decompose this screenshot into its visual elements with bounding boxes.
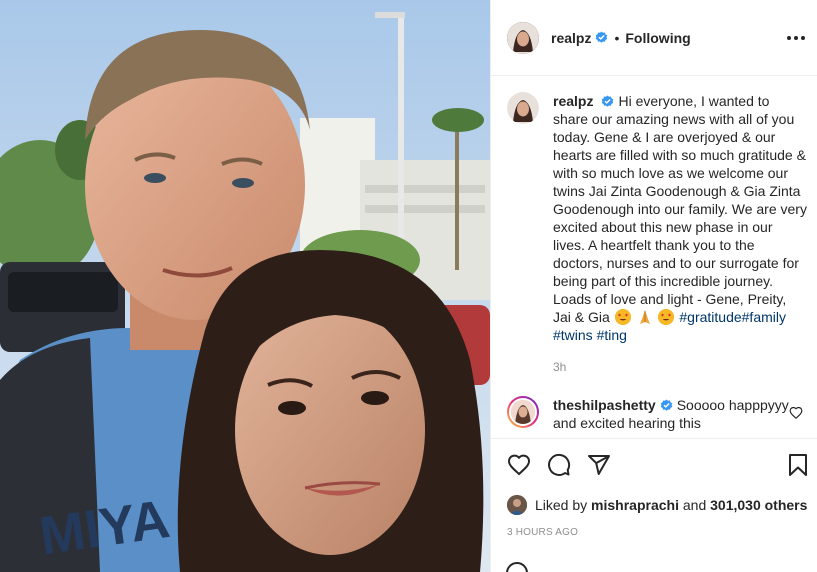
instagram-post-modal: MIYA realpz • Following realpz Hi everyo… <box>0 0 817 572</box>
more-options-icon[interactable] <box>784 28 808 48</box>
heart-icon[interactable] <box>507 453 531 477</box>
avatar[interactable] <box>507 21 539 54</box>
comment-bubble-icon[interactable] <box>547 453 571 477</box>
star-struck-emoji-icon <box>658 309 675 325</box>
emoji-icon[interactable] <box>505 561 529 572</box>
comment-username[interactable]: theshilpashetty <box>553 397 656 413</box>
liker-avatar[interactable] <box>507 495 527 515</box>
header-username[interactable]: realpz <box>551 30 591 46</box>
post-caption: realpz Hi everyone, I wanted to share ou… <box>507 92 807 376</box>
following-button[interactable]: Following <box>625 30 690 46</box>
likes-summary: Liked by mishraprachi and 301,030 others <box>507 495 807 515</box>
liked-by-and: and <box>682 497 707 513</box>
caption-avatar[interactable] <box>507 92 539 124</box>
post-sidebar: realpz • Following realpz Hi everyone, I… <box>490 0 817 572</box>
verified-badge-icon <box>602 95 614 107</box>
hashtag-gratitude-family[interactable]: #gratitude#family <box>679 309 786 325</box>
comment-item: theshilpashetty Sooooo happpyyy and exci… <box>507 396 807 432</box>
liked-by-prefix: Liked by <box>535 497 588 513</box>
post-actions-bar: Liked by mishraprachi and 301,030 others… <box>491 438 817 572</box>
verified-badge-icon <box>660 399 672 411</box>
selfie-photo-illustration: MIYA <box>0 0 490 572</box>
comment-avatar[interactable] <box>507 396 539 428</box>
folded-hands-emoji-icon <box>637 309 653 325</box>
star-struck-emoji-icon <box>614 309 631 325</box>
post-photo[interactable]: MIYA <box>0 0 490 572</box>
separator-dot: • <box>614 29 620 46</box>
post-timestamp: 3 HOURS AGO <box>507 527 579 538</box>
caption-username[interactable]: realpz <box>553 93 593 109</box>
avatar-image <box>507 92 539 124</box>
bookmark-icon[interactable] <box>786 453 810 477</box>
avatar-image <box>511 400 535 424</box>
heart-icon[interactable] <box>789 406 803 420</box>
caption-time: 3h <box>553 360 567 374</box>
verified-badge-icon <box>596 31 608 43</box>
avatar-image <box>507 21 539 54</box>
liked-by-others[interactable]: 301,030 others <box>710 497 807 513</box>
hashtag-ting[interactable]: #ting <box>597 327 627 343</box>
liked-by-user[interactable]: mishraprachi <box>591 497 679 513</box>
hashtag-twins[interactable]: #twins <box>553 327 593 343</box>
post-header: realpz • Following <box>491 0 817 76</box>
caption-text: Hi everyone, I wanted to share our amazi… <box>553 93 807 325</box>
paper-plane-icon[interactable] <box>587 453 611 477</box>
